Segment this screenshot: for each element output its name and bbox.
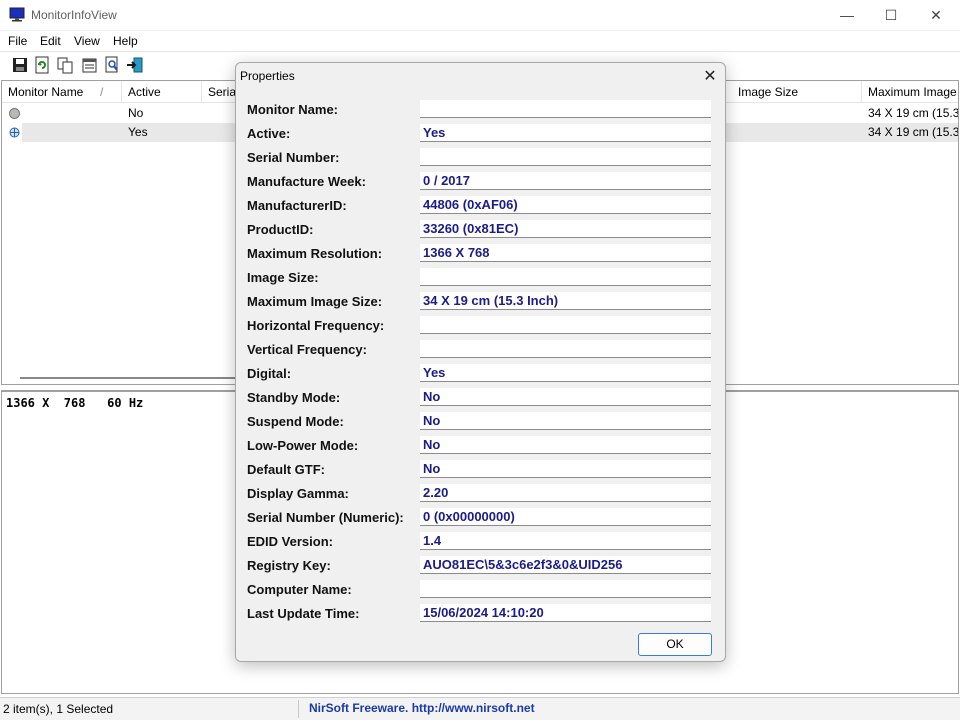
title-bar: MonitorInfoView — ☐ ✕ — [0, 0, 960, 31]
property-value-field[interactable]: No — [420, 412, 711, 430]
menu-edit[interactable]: Edit — [40, 34, 61, 48]
close-window-button[interactable]: ✕ — [913, 0, 959, 31]
property-value-field[interactable]: No — [420, 388, 711, 406]
monitor-icon — [9, 7, 25, 22]
properties-icon[interactable] — [80, 56, 98, 74]
property-value-field[interactable]: 34 X 19 cm (15.3 Inch) — [420, 292, 711, 310]
column-monitor-name[interactable]: Monitor Name / — [2, 81, 122, 103]
property-value-field[interactable] — [420, 340, 711, 358]
property-value-field[interactable] — [420, 100, 711, 118]
property-value-field[interactable]: 0 / 2017 — [420, 172, 711, 190]
column-active[interactable]: Active — [122, 81, 202, 103]
status-items: 2 item(s), 1 Selected — [3, 702, 114, 716]
refresh-icon[interactable] — [33, 56, 51, 74]
dialog-title: Properties — [240, 69, 295, 83]
property-label: Monitor Name: — [247, 102, 338, 117]
property-label: Digital: — [247, 366, 292, 381]
property-label: Vertical Frequency: — [247, 342, 367, 357]
property-label: ManufacturerID: — [247, 198, 347, 213]
property-value-field[interactable]: AUO81EC\5&3c6e2f3&0&UID256 — [420, 556, 711, 574]
property-value-field[interactable]: Yes — [420, 124, 711, 142]
cell-monitor-name — [8, 123, 118, 142]
save-icon[interactable] — [11, 56, 29, 74]
sort-arrow-icon: / — [100, 85, 104, 99]
status-bar: 2 item(s), 1 Selected NirSoft Freeware. … — [0, 697, 960, 720]
dialog-close-button[interactable]: ✕ — [696, 65, 724, 89]
property-value-field[interactable]: No — [420, 460, 711, 478]
property-label: Horizontal Frequency: — [247, 318, 385, 333]
exit-icon[interactable] — [126, 56, 144, 74]
menu-bar: File Edit View Help — [0, 31, 960, 51]
property-label: Maximum Resolution: — [247, 246, 383, 261]
column-image-size[interactable]: Image Size — [732, 81, 862, 103]
property-value-field[interactable]: 33260 (0x81EC) — [420, 220, 711, 238]
nirsoft-link[interactable]: NirSoft Freeware. http://www.nirsoft.net — [309, 701, 535, 715]
property-label: Last Update Time: — [247, 606, 360, 621]
cell-max-image: 34 X 19 cm (15.3 — [868, 106, 958, 120]
property-value-field[interactable] — [420, 268, 711, 286]
cell-active: No — [128, 106, 144, 120]
property-label: Display Gamma: — [247, 486, 349, 501]
horizontal-scrollbar[interactable] — [20, 377, 238, 379]
property-label: Serial Number: — [247, 150, 340, 165]
property-label: Manufacture Week: — [247, 174, 366, 189]
window-title: MonitorInfoView — [31, 8, 117, 22]
ok-button[interactable]: OK — [638, 633, 712, 656]
property-value-field[interactable]: 1366 X 768 — [420, 244, 711, 262]
property-value-field[interactable]: 2.20 — [420, 484, 711, 502]
property-label: Active: — [247, 126, 291, 141]
property-label: Serial Number (Numeric): — [247, 510, 404, 525]
property-label: ProductID: — [247, 222, 314, 237]
status-divider — [298, 700, 299, 718]
property-value-field[interactable] — [420, 580, 711, 598]
menu-help[interactable]: Help — [113, 34, 138, 48]
property-label: Standby Mode: — [247, 390, 341, 405]
property-label: Suspend Mode: — [247, 414, 344, 429]
minimize-button[interactable]: — — [824, 0, 870, 31]
property-value-field[interactable]: 1.4 — [420, 532, 711, 550]
cell-active: Yes — [128, 125, 148, 139]
property-label: Computer Name: — [247, 582, 352, 597]
maximize-button[interactable]: ☐ — [868, 0, 914, 31]
property-label: Default GTF: — [247, 462, 325, 477]
property-value-field[interactable] — [420, 316, 711, 334]
property-value-field[interactable]: 0 (0x00000000) — [420, 508, 711, 526]
property-label: Maximum Image Size: — [247, 294, 383, 309]
active-monitor-icon — [9, 127, 20, 138]
column-maximum-image[interactable]: Maximum Image — [862, 81, 958, 103]
menu-view[interactable]: View — [74, 34, 100, 48]
property-value-field[interactable]: 15/06/2024 14:10:20 — [420, 604, 711, 622]
cell-monitor-name — [8, 104, 118, 123]
property-value-field[interactable]: 44806 (0xAF06) — [420, 196, 711, 214]
cell-max-image: 34 X 19 cm (15.3 — [868, 125, 958, 139]
property-label: Registry Key: — [247, 558, 331, 573]
menu-file[interactable]: File — [8, 34, 27, 48]
property-value-field[interactable]: No — [420, 436, 711, 454]
property-label: EDID Version: — [247, 534, 333, 549]
copy-icon[interactable] — [56, 56, 74, 74]
property-value-field[interactable] — [420, 148, 711, 166]
property-label: Image Size: — [247, 270, 319, 285]
find-icon[interactable] — [103, 56, 121, 74]
property-label: Low-Power Mode: — [247, 438, 359, 453]
resolution-text: 1366 X 768 60 Hz — [6, 396, 144, 410]
property-value-field[interactable]: Yes — [420, 364, 711, 382]
properties-dialog: Properties ✕ Monitor Name: Active: Yes Seri… — [235, 62, 726, 662]
